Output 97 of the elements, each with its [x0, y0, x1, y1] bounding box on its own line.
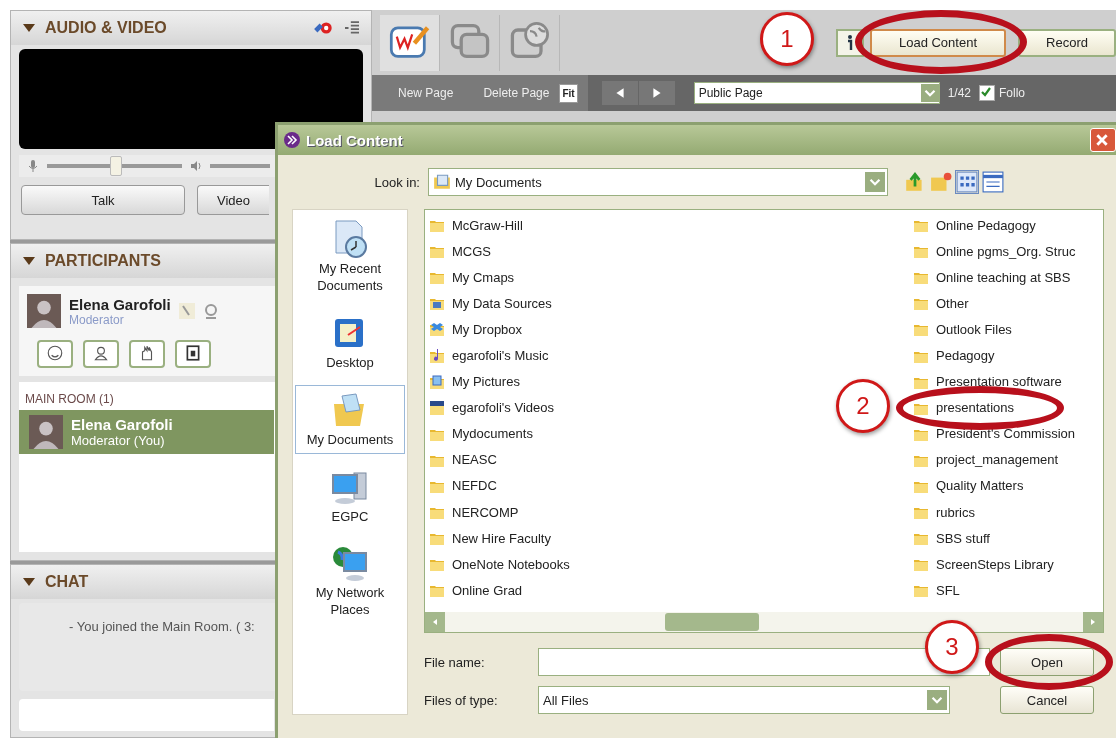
file-item[interactable]: presentations — [912, 394, 1015, 421]
details-view-icon[interactable] — [982, 171, 1004, 193]
file-item[interactable]: My Data Sources — [428, 290, 552, 317]
new-folder-icon[interactable] — [930, 171, 952, 193]
dialog-title: Load Content — [306, 131, 403, 149]
chat-message: - You joined the Main Room. ( 3: — [69, 619, 255, 634]
file-item[interactable]: ScreenSteps Library — [912, 551, 1054, 578]
file-item[interactable]: NEFDC — [428, 472, 497, 500]
view-icon[interactable] — [956, 171, 978, 193]
file-item[interactable]: MCGS — [428, 238, 491, 265]
file-item[interactable]: My Cmaps — [428, 264, 515, 291]
file-item[interactable]: Pedagogy — [912, 342, 995, 369]
places-item[interactable]: EGPC — [295, 461, 405, 531]
talk-button[interactable]: Talk — [21, 185, 185, 215]
chat-input[interactable] — [19, 699, 274, 731]
emoticon-button[interactable] — [37, 340, 73, 368]
panel-title: AUDIO & VIDEO — [45, 19, 167, 37]
folder-icon — [428, 321, 446, 338]
avatar — [29, 415, 63, 449]
places-item[interactable]: My Documents — [295, 384, 405, 454]
file-item[interactable]: Online pgms_Org. Struc — [912, 238, 1076, 265]
record-button[interactable]: Record — [1018, 28, 1116, 57]
file-item[interactable]: SFL — [912, 577, 960, 604]
whiteboard-tool[interactable] — [380, 14, 440, 71]
folder-icon — [428, 347, 446, 364]
participant-role: Moderator (You) — [71, 433, 166, 448]
close-button[interactable] — [1090, 128, 1116, 152]
person-icon — [92, 344, 110, 362]
folder-icon — [428, 373, 446, 390]
file-item[interactable]: rubrics — [912, 499, 975, 526]
look-in-dropdown[interactable]: My Documents — [428, 168, 888, 196]
panel-title: CHAT — [45, 573, 89, 591]
places-item[interactable]: My Network Places — [295, 538, 405, 625]
file-item[interactable]: Outlook Files — [912, 316, 1012, 343]
places-item[interactable]: Desktop — [295, 307, 405, 377]
next-page-button[interactable] — [638, 81, 675, 105]
follow-checkbox[interactable] — [979, 85, 995, 101]
follow-label: Follo — [999, 86, 1025, 100]
file-name-label: File name: — [424, 654, 486, 670]
file-item[interactable]: Online teaching at SBS — [912, 264, 1071, 291]
fit-button[interactable]: Fit — [559, 83, 578, 103]
load-content-button[interactable]: Load Content — [870, 28, 1006, 57]
collapse-icon[interactable] — [23, 24, 35, 32]
app-icon — [284, 132, 300, 148]
participant-name: Elena Garofoli — [71, 416, 173, 433]
webcam-icon — [202, 303, 219, 319]
file-item[interactable]: Other — [912, 290, 969, 317]
open-button[interactable]: Open — [1000, 648, 1094, 676]
look-in-label: Look in: — [373, 174, 421, 190]
file-item[interactable]: egarofoli's Videos — [428, 394, 554, 421]
file-item[interactable]: NEASC — [428, 446, 497, 473]
close-icon — [1095, 133, 1109, 147]
file-item[interactable]: Presentation software — [912, 368, 1062, 395]
raise-hand-button[interactable] — [129, 340, 165, 368]
places-item[interactable]: My Recent Documents — [295, 214, 405, 300]
cancel-button[interactable]: Cancel — [1000, 686, 1094, 714]
folder-icon — [428, 399, 446, 416]
participant-name: Elena Garofoli — [69, 295, 171, 313]
scroll-thumb[interactable] — [665, 613, 759, 631]
file-item[interactable]: OneNote Notebooks — [428, 551, 570, 578]
file-item[interactable]: New Hire Faculty — [428, 525, 551, 552]
file-item[interactable]: Mydocuments — [428, 420, 533, 447]
speaker-icon — [190, 159, 202, 173]
file-item[interactable]: NERCOMP — [428, 499, 519, 526]
file-type-dropdown[interactable]: All Files — [538, 686, 950, 714]
collapse-icon[interactable] — [23, 257, 35, 265]
menu-icon[interactable] — [345, 21, 359, 35]
horizontal-scrollbar[interactable] — [425, 612, 1103, 632]
file-item[interactable]: My Pictures — [428, 368, 520, 395]
info-icon — [845, 33, 855, 52]
panel-title: PARTICIPANTS — [45, 252, 161, 270]
text-button[interactable] — [175, 340, 211, 368]
file-item[interactable]: Online Grad — [428, 577, 523, 604]
file-item[interactable]: project_management — [912, 446, 1059, 473]
avatar — [27, 294, 61, 328]
smiley-icon — [46, 344, 64, 362]
collapse-icon[interactable] — [23, 578, 35, 586]
file-item[interactable]: SBS stuff — [912, 525, 990, 552]
file-item[interactable]: My Dropbox — [428, 316, 523, 343]
documents-icon — [433, 173, 451, 191]
room-heading: MAIN ROOM (1) — [24, 392, 115, 408]
right-arrow-icon — [650, 87, 663, 99]
previous-page-button[interactable] — [601, 81, 638, 105]
video-button[interactable]: Video — [197, 185, 269, 215]
file-item[interactable]: McGraw-Hill — [428, 212, 523, 239]
delete-page-button[interactable]: Delete Page — [483, 86, 550, 100]
file-item[interactable]: Online Pedagogy — [912, 212, 1036, 239]
file-item[interactable]: Quality Matters — [912, 472, 1024, 500]
participant-role: Moderator — [69, 312, 125, 327]
page-dropdown[interactable]: Public Page — [693, 82, 940, 104]
file-type-label: Files of type: — [424, 692, 499, 708]
file-item[interactable]: President's Commission — [912, 420, 1076, 447]
text-icon — [184, 344, 202, 362]
profile-button[interactable] — [83, 340, 119, 368]
page-count: 1/42 — [947, 86, 971, 100]
file-item[interactable]: egarofoli's Music — [428, 342, 549, 369]
new-page-button[interactable]: New Page — [398, 86, 454, 100]
